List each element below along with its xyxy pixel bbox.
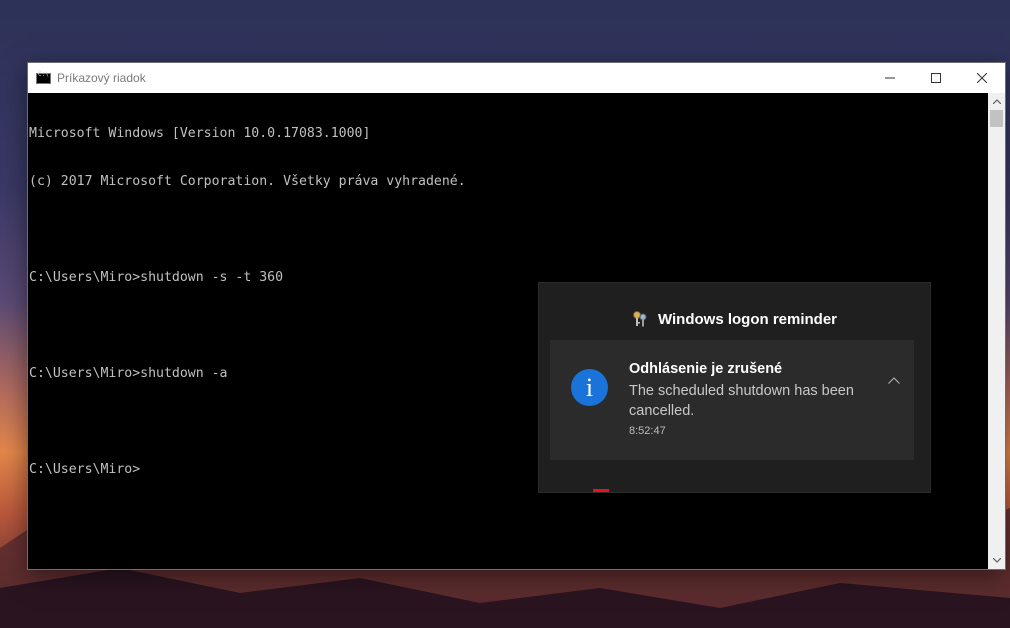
scrollbar-thumb[interactable] — [990, 110, 1003, 127]
collapse-notification-button[interactable] — [884, 370, 904, 390]
maximize-icon — [931, 73, 941, 83]
maximize-button[interactable] — [913, 63, 959, 93]
notification-body: The scheduled shutdown has been cancelle… — [629, 383, 854, 419]
title-bar[interactable]: Príkazový riadok — [28, 63, 1005, 93]
minimize-icon — [885, 77, 895, 79]
close-icon — [977, 73, 987, 83]
notification-header: Windows logon reminder — [539, 305, 930, 333]
partial-icon — [593, 489, 609, 492]
chevron-up-icon — [992, 99, 1001, 104]
cmd-icon — [36, 71, 51, 84]
scroll-down-button[interactable] — [988, 552, 1005, 569]
vertical-scrollbar[interactable] — [988, 93, 1005, 569]
keys-icon — [632, 311, 647, 327]
minimize-button[interactable] — [867, 63, 913, 93]
notification-app-name: Windows logon reminder — [657, 310, 838, 328]
notification-title: Odhlásenie je zrušené — [629, 361, 783, 377]
notification-card[interactable]: i Odhlásenie je zrušené The scheduled sh… — [550, 340, 914, 460]
info-icon: i — [571, 369, 608, 406]
chevron-down-icon — [992, 558, 1001, 563]
console-line: Microsoft Windows [Version 10.0.17083.10… — [29, 126, 371, 141]
close-button[interactable] — [959, 63, 1005, 93]
window-title: Príkazový riadok — [57, 71, 146, 85]
scroll-up-button[interactable] — [988, 93, 1005, 110]
notification-toast[interactable]: Windows logon reminder i Odhlásenie je z… — [539, 283, 930, 492]
console-line: (c) 2017 Microsoft Corporation. Všetky p… — [29, 174, 466, 189]
notification-time: 8:52:47 — [629, 425, 666, 437]
chevron-up-icon — [888, 376, 900, 384]
